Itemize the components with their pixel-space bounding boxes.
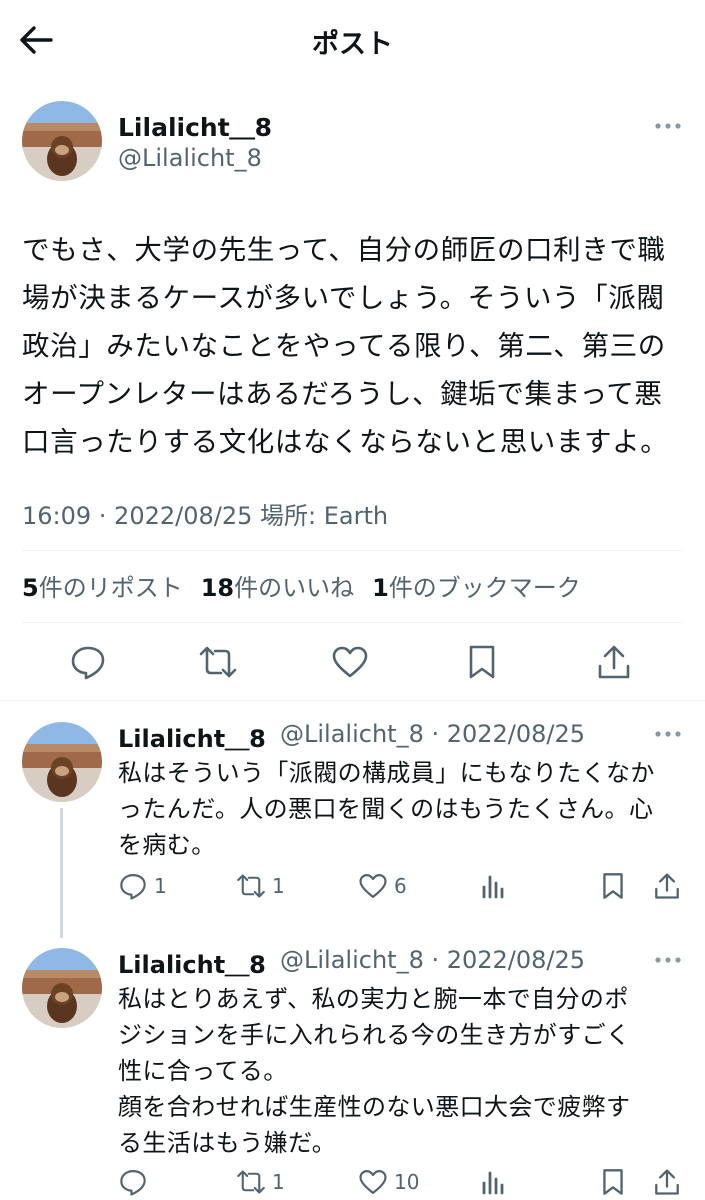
author-handle[interactable]: @Lilalicht_8	[118, 144, 262, 172]
post-stats: 5件のリポスト 18件のいいね 1件のブックマーク	[22, 568, 581, 603]
repost-count: 1	[272, 1170, 285, 1194]
reply-text: 私はそういう「派閥の構成員」にもなりたくなか ったんだ。人の悪口を聞くのはもうた…	[118, 759, 655, 859]
bookmark-button[interactable]	[598, 1162, 628, 1200]
reply-author-name[interactable]: Lilalicht＿8	[118, 719, 266, 754]
reposts-label: 件のリポスト	[38, 574, 183, 602]
reply-icon	[118, 1167, 148, 1197]
reply-author-handle[interactable]: @Lilalicht_8 · 2022/08/25	[280, 720, 585, 748]
bookmark-icon[interactable]	[460, 640, 504, 684]
share-button[interactable]	[652, 1162, 682, 1200]
more-options-icon[interactable]	[648, 114, 688, 138]
post-timestamp[interactable]: 16:09 · 2022/08/25 場所: Earth	[22, 496, 388, 531]
likes-label: 件のいいね	[234, 574, 355, 602]
author-display-name[interactable]: Lilalicht＿8	[118, 108, 272, 144]
reply-text: 私はとりあえず、私の実力と腕一本で自分のポ ジションを手に入れられる今の生き方が…	[118, 985, 631, 1157]
share-icon	[652, 1167, 682, 1197]
bookmarks-label: 件のブックマーク	[388, 574, 581, 602]
repost-count: 1	[272, 874, 285, 898]
views-chart-icon	[478, 1167, 508, 1197]
post-text: でもさ、大学の先生って、自分の師匠の口利きで職 場が決まるケースが多いでしょう。…	[22, 234, 669, 458]
like-button[interactable]: 10	[358, 1162, 419, 1200]
like-count: 6	[394, 874, 407, 898]
like-count: 10	[394, 1170, 420, 1194]
repost-button[interactable]: 1	[236, 1162, 285, 1200]
like-heart-icon[interactable]	[328, 640, 372, 684]
bookmark-icon	[598, 871, 628, 901]
reposts-stat[interactable]: 5件のリポスト	[22, 568, 183, 603]
bookmarks-stat[interactable]: 1件のブックマーク	[372, 568, 581, 603]
reply-button[interactable]	[118, 1162, 154, 1200]
reposts-count: 5	[22, 574, 39, 602]
views-button[interactable]	[478, 866, 508, 906]
likes-stat[interactable]: 18件のいいね	[201, 568, 354, 603]
reply-button[interactable]: 1	[118, 866, 167, 906]
more-options-icon[interactable]	[648, 948, 688, 972]
page-title: ポスト	[312, 29, 393, 60]
divider	[22, 622, 683, 623]
bookmarks-count: 1	[372, 574, 389, 602]
reply-icon[interactable]	[66, 640, 110, 684]
reply-author-name[interactable]: Lilalicht＿8	[118, 945, 266, 980]
share-icon	[652, 871, 682, 901]
repost-button[interactable]: 1	[236, 866, 285, 906]
more-options-icon[interactable]	[648, 722, 688, 746]
views-chart-icon	[478, 871, 508, 901]
repost-icon[interactable]	[196, 640, 240, 684]
repost-icon	[236, 1167, 266, 1197]
bookmark-icon	[598, 1167, 628, 1197]
like-heart-icon	[358, 1167, 388, 1197]
reply-icon	[118, 871, 148, 901]
reply-count: 1	[154, 874, 167, 898]
avatar[interactable]	[22, 722, 102, 802]
thread-connector	[60, 808, 63, 938]
like-button[interactable]: 6	[358, 866, 407, 906]
top-bar: ポスト	[0, 0, 705, 80]
divider	[0, 700, 705, 701]
reply-author-handle[interactable]: @Lilalicht_8 · 2022/08/25	[280, 946, 585, 974]
bookmark-button[interactable]	[598, 866, 628, 906]
divider	[22, 550, 683, 551]
avatar[interactable]	[22, 948, 102, 1028]
share-icon[interactable]	[592, 640, 636, 684]
avatar[interactable]	[22, 101, 102, 181]
likes-count: 18	[200, 574, 235, 602]
repost-icon	[236, 871, 266, 901]
views-button[interactable]	[478, 1162, 508, 1200]
share-button[interactable]	[652, 866, 682, 906]
like-heart-icon	[358, 871, 388, 901]
